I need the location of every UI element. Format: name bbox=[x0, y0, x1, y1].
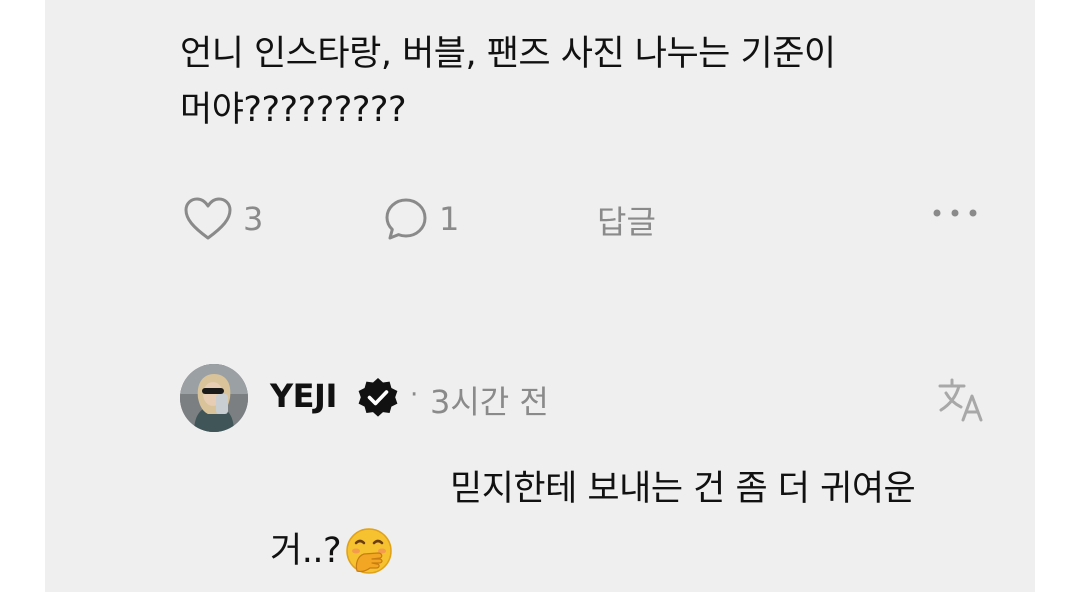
like-count: 3 bbox=[243, 200, 264, 238]
verified-badge bbox=[355, 376, 401, 426]
reply-button[interactable]: 답글 bbox=[597, 197, 656, 243]
verified-badge-icon bbox=[358, 378, 398, 417]
heart-icon bbox=[184, 197, 232, 240]
more-horizontal-icon bbox=[933, 209, 977, 217]
reply-text-line-2: 거..? bbox=[270, 531, 342, 571]
reply-count: 1 bbox=[439, 200, 460, 238]
profile-photo bbox=[180, 364, 248, 432]
comment-text-line-1: 언니 인스타랑, 버블, 팬즈 사진 나누는 기준이 bbox=[180, 34, 836, 74]
comment-body: 언니 인스타랑, 버블, 팬즈 사진 나누는 기준이 머야????????? bbox=[180, 26, 940, 138]
timestamp: 3시간 전 bbox=[430, 383, 549, 421]
reply-text-line-1: 믿지한테 보내는 건 좀 더 귀여운 bbox=[450, 469, 916, 509]
avatar[interactable] bbox=[180, 364, 248, 432]
speech-bubble-icon bbox=[385, 198, 427, 240]
like-button[interactable]: 3 bbox=[183, 196, 263, 242]
translate-button[interactable] bbox=[937, 376, 987, 428]
comment-button[interactable]: 1 bbox=[383, 196, 459, 242]
translate-icon bbox=[938, 378, 983, 422]
username[interactable]: YEJI bbox=[270, 377, 337, 415]
reply-body: 믿지한테 보내는 건 좀 더 귀여운 거..? bbox=[270, 458, 990, 582]
reply-text-line-2-row: 거..? bbox=[270, 520, 990, 582]
face-with-hand-over-mouth-emoji bbox=[346, 528, 392, 574]
separator-dot: · bbox=[410, 380, 419, 410]
comment-text-line-2: 머야????????? bbox=[180, 90, 407, 130]
more-options-button[interactable] bbox=[930, 206, 980, 220]
